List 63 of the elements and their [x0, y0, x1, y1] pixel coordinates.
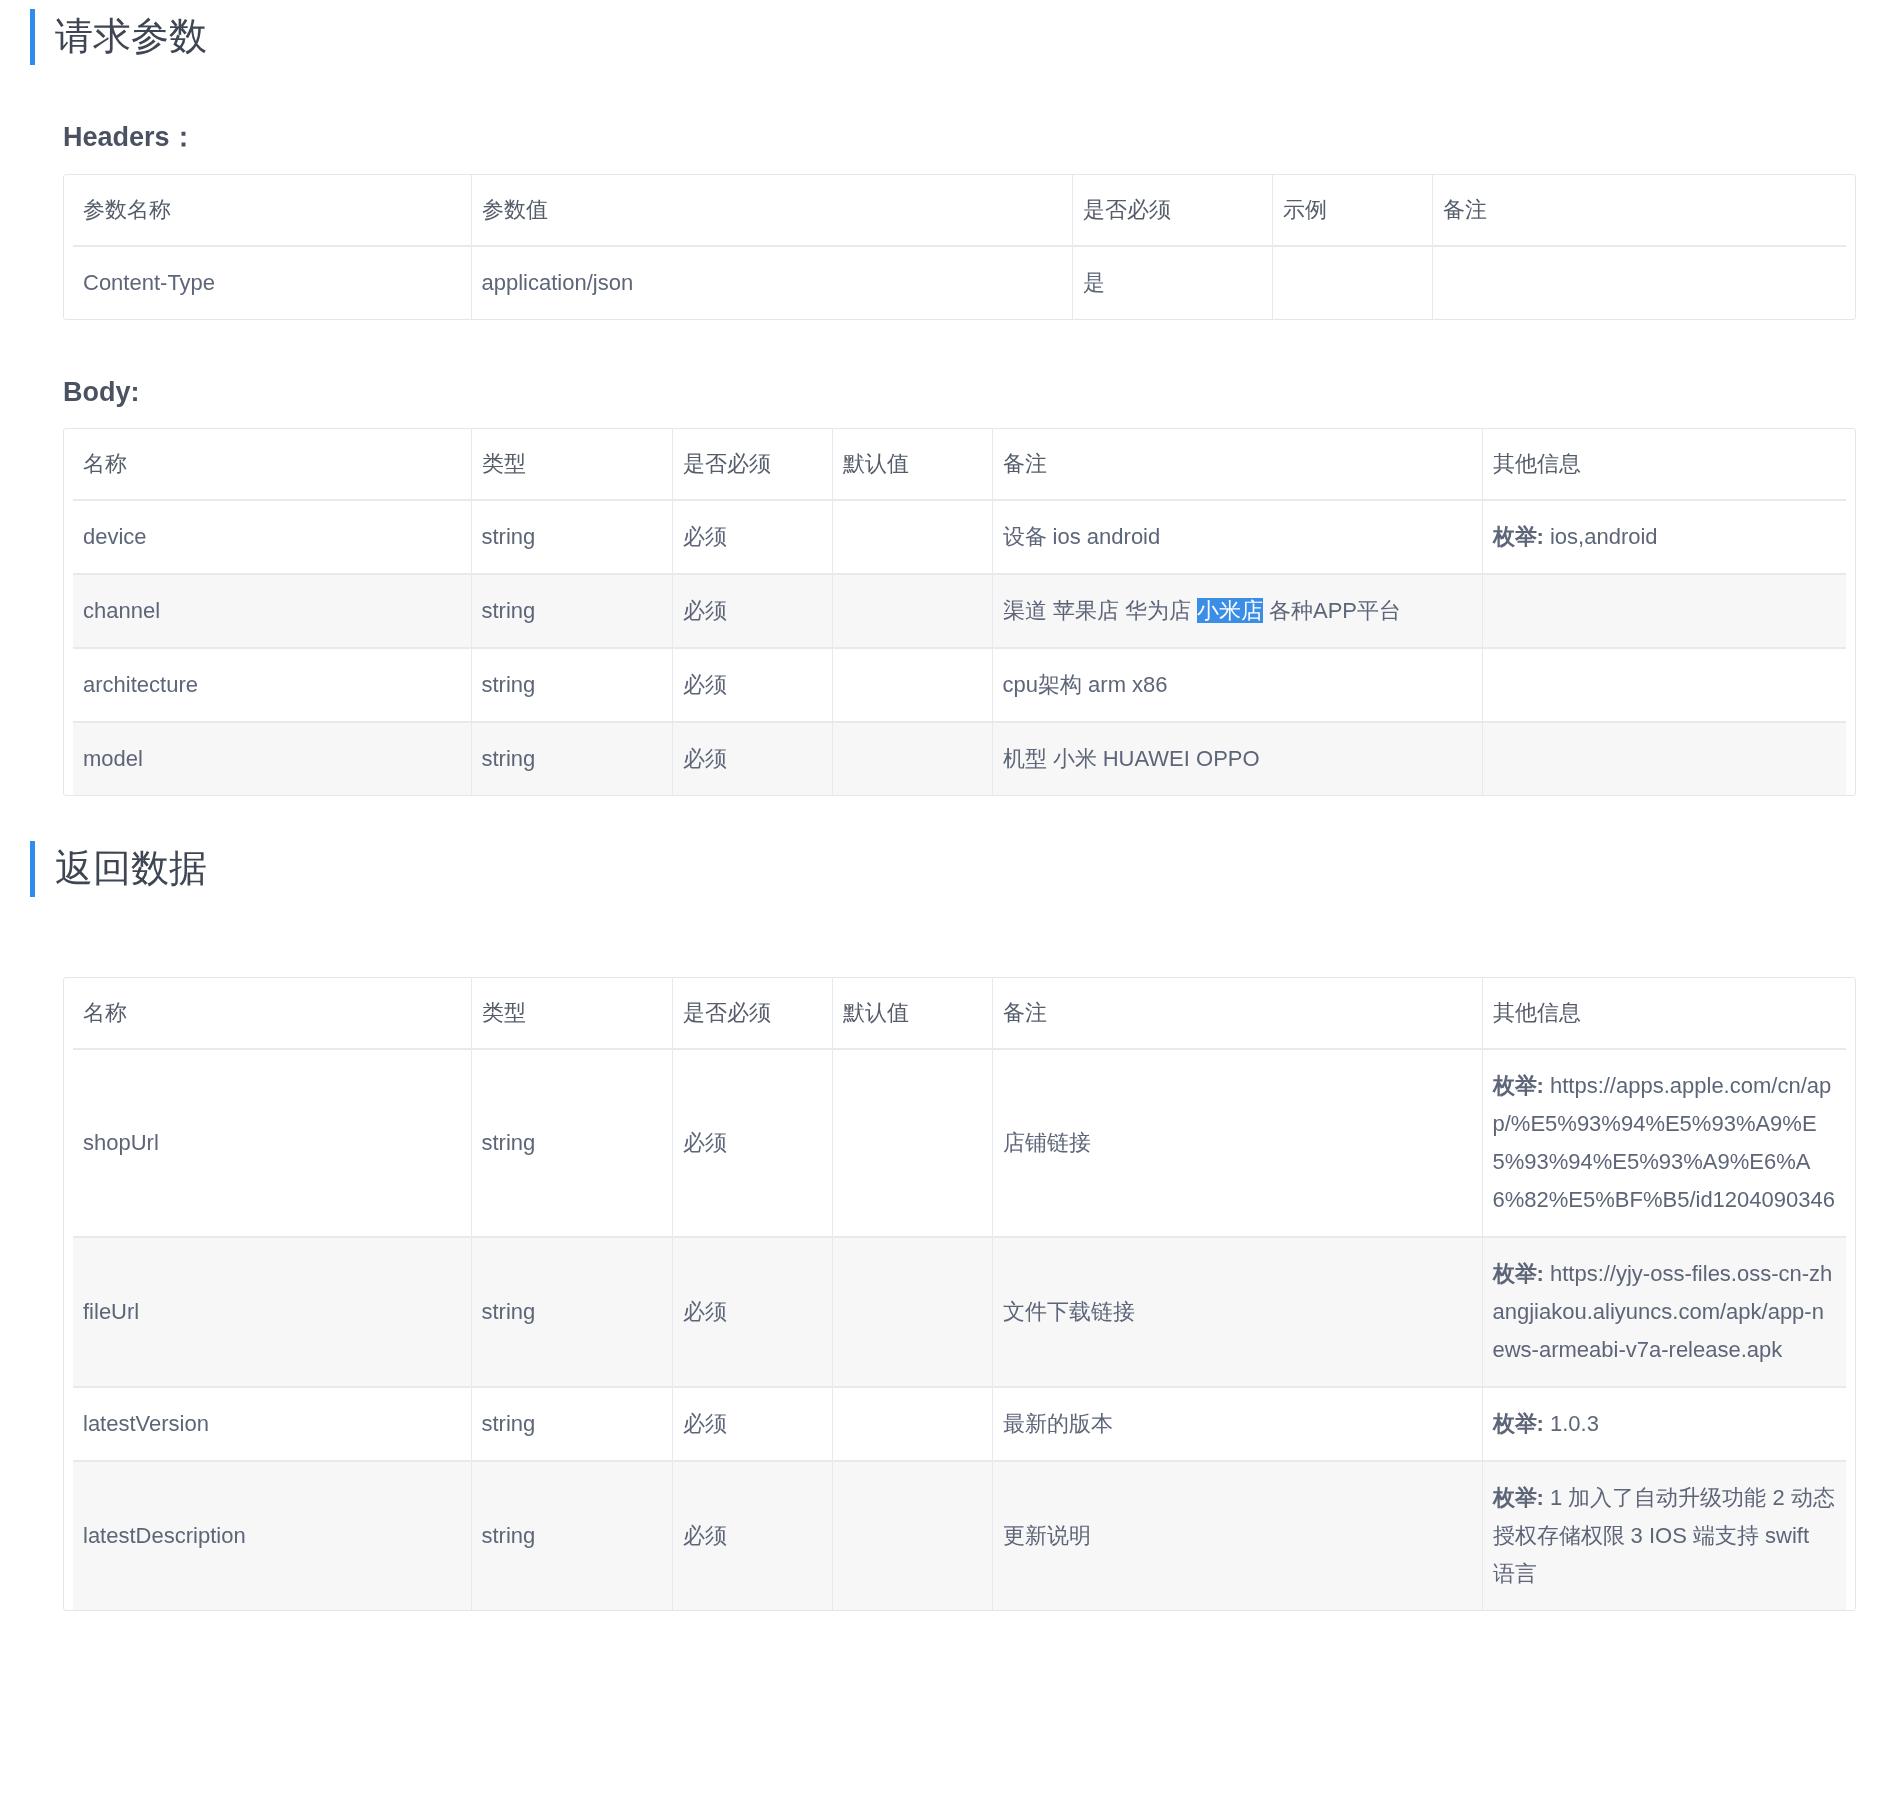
cell-text: 必须 — [682, 1130, 727, 1155]
cell-text: 必须 — [682, 1523, 727, 1548]
cell-text: string — [481, 598, 536, 623]
cell-text: 渠道 苹果店 华为店 小米店 各种APP平台 — [1002, 598, 1401, 623]
column-header: 是否必须 — [1082, 196, 1171, 222]
column-header: 是否必须 — [682, 1000, 771, 1025]
cell-text: 枚举: https://apps.apple.com/cn/app/%E5%93%94%E5%93%A9%E5%93%94%E5%93%A9%E6%A6%82%E5%BF%B5/id1204090346 — [1492, 1073, 1835, 1212]
heading-accent-bar — [30, 840, 35, 897]
cell-text: 枚举: 1 加入了自动升级功能 2 动态授权存储权限 3 IOS 端支持 swift 语言 — [1492, 1485, 1835, 1586]
column-header: 默认值 — [842, 451, 909, 476]
cell-text: 是 — [1082, 269, 1105, 295]
cell-text: 必须 — [682, 1411, 727, 1436]
column-header: 类型 — [481, 1000, 526, 1025]
cell-text: string — [481, 672, 536, 697]
cell-text: 必须 — [682, 1299, 727, 1324]
cell-text: string — [481, 1130, 536, 1155]
cell-text: architecture — [83, 672, 198, 697]
section-title: 返回数据 — [55, 846, 207, 891]
cell-text: latestVersion — [83, 1411, 209, 1436]
table-label: Body: — [63, 375, 141, 409]
cell-text: 最新的版本 — [1002, 1411, 1113, 1436]
table-label: Headers： — [63, 121, 198, 154]
column-header: 备注 — [1002, 1000, 1047, 1025]
cell-text: latestDescription — [83, 1523, 246, 1548]
column-header: 其他信息 — [1492, 1000, 1581, 1025]
cell-text: model — [83, 746, 143, 771]
column-header: 类型 — [481, 451, 526, 476]
cell-text: 设备 ios android — [1002, 524, 1161, 549]
cell-text: shopUrl — [83, 1130, 159, 1155]
cell-text: 更新说明 — [1002, 1523, 1091, 1548]
cell-text: string — [481, 1299, 536, 1324]
cell-text: device — [83, 524, 147, 549]
cell-text: 枚举: 1.0.3 — [1492, 1411, 1599, 1436]
column-header: 名称 — [83, 451, 127, 476]
cell-text: 必须 — [682, 746, 727, 771]
cell-text: 店铺链接 — [1002, 1130, 1091, 1155]
cell-text: Content-Type — [83, 269, 216, 295]
cell-text: cpu架构 arm x86 — [1002, 672, 1168, 697]
heading-accent-bar — [30, 8, 35, 65]
section-title: 请求参数 — [55, 14, 207, 59]
cell-text: channel — [83, 598, 161, 623]
cell-text: application/json — [481, 269, 634, 295]
column-header: 是否必须 — [682, 451, 771, 476]
column-header: 参数值 — [481, 196, 548, 222]
cell-text: 必须 — [682, 598, 727, 623]
column-header: 备注 — [1442, 196, 1487, 222]
column-header: 名称 — [83, 1000, 127, 1025]
cell-text: 枚举: https://yjy-oss-files.oss-cn-zhangjiakou.aliyuncs.com/apk/app-news-armeabi-v7a-release.apk — [1492, 1261, 1833, 1362]
cell-text: string — [481, 1411, 536, 1436]
cell-text: string — [481, 524, 536, 549]
column-header: 默认值 — [842, 1000, 909, 1025]
cell-text: fileUrl — [83, 1299, 140, 1324]
cell-text: 必须 — [682, 524, 727, 549]
cell-text: string — [481, 1523, 536, 1548]
cell-text: string — [481, 746, 536, 771]
cell-text: 机型 小米 HUAWEI OPPO — [1002, 746, 1260, 771]
cell-text: 必须 — [682, 672, 727, 697]
cell-text: 文件下载链接 — [1002, 1299, 1135, 1324]
cell-text: 枚举: ios,android — [1492, 524, 1658, 549]
column-header: 示例 — [1282, 196, 1327, 222]
column-header: 参数名称 — [83, 196, 171, 222]
column-header: 备注 — [1002, 451, 1047, 476]
column-header: 其他信息 — [1492, 451, 1581, 476]
